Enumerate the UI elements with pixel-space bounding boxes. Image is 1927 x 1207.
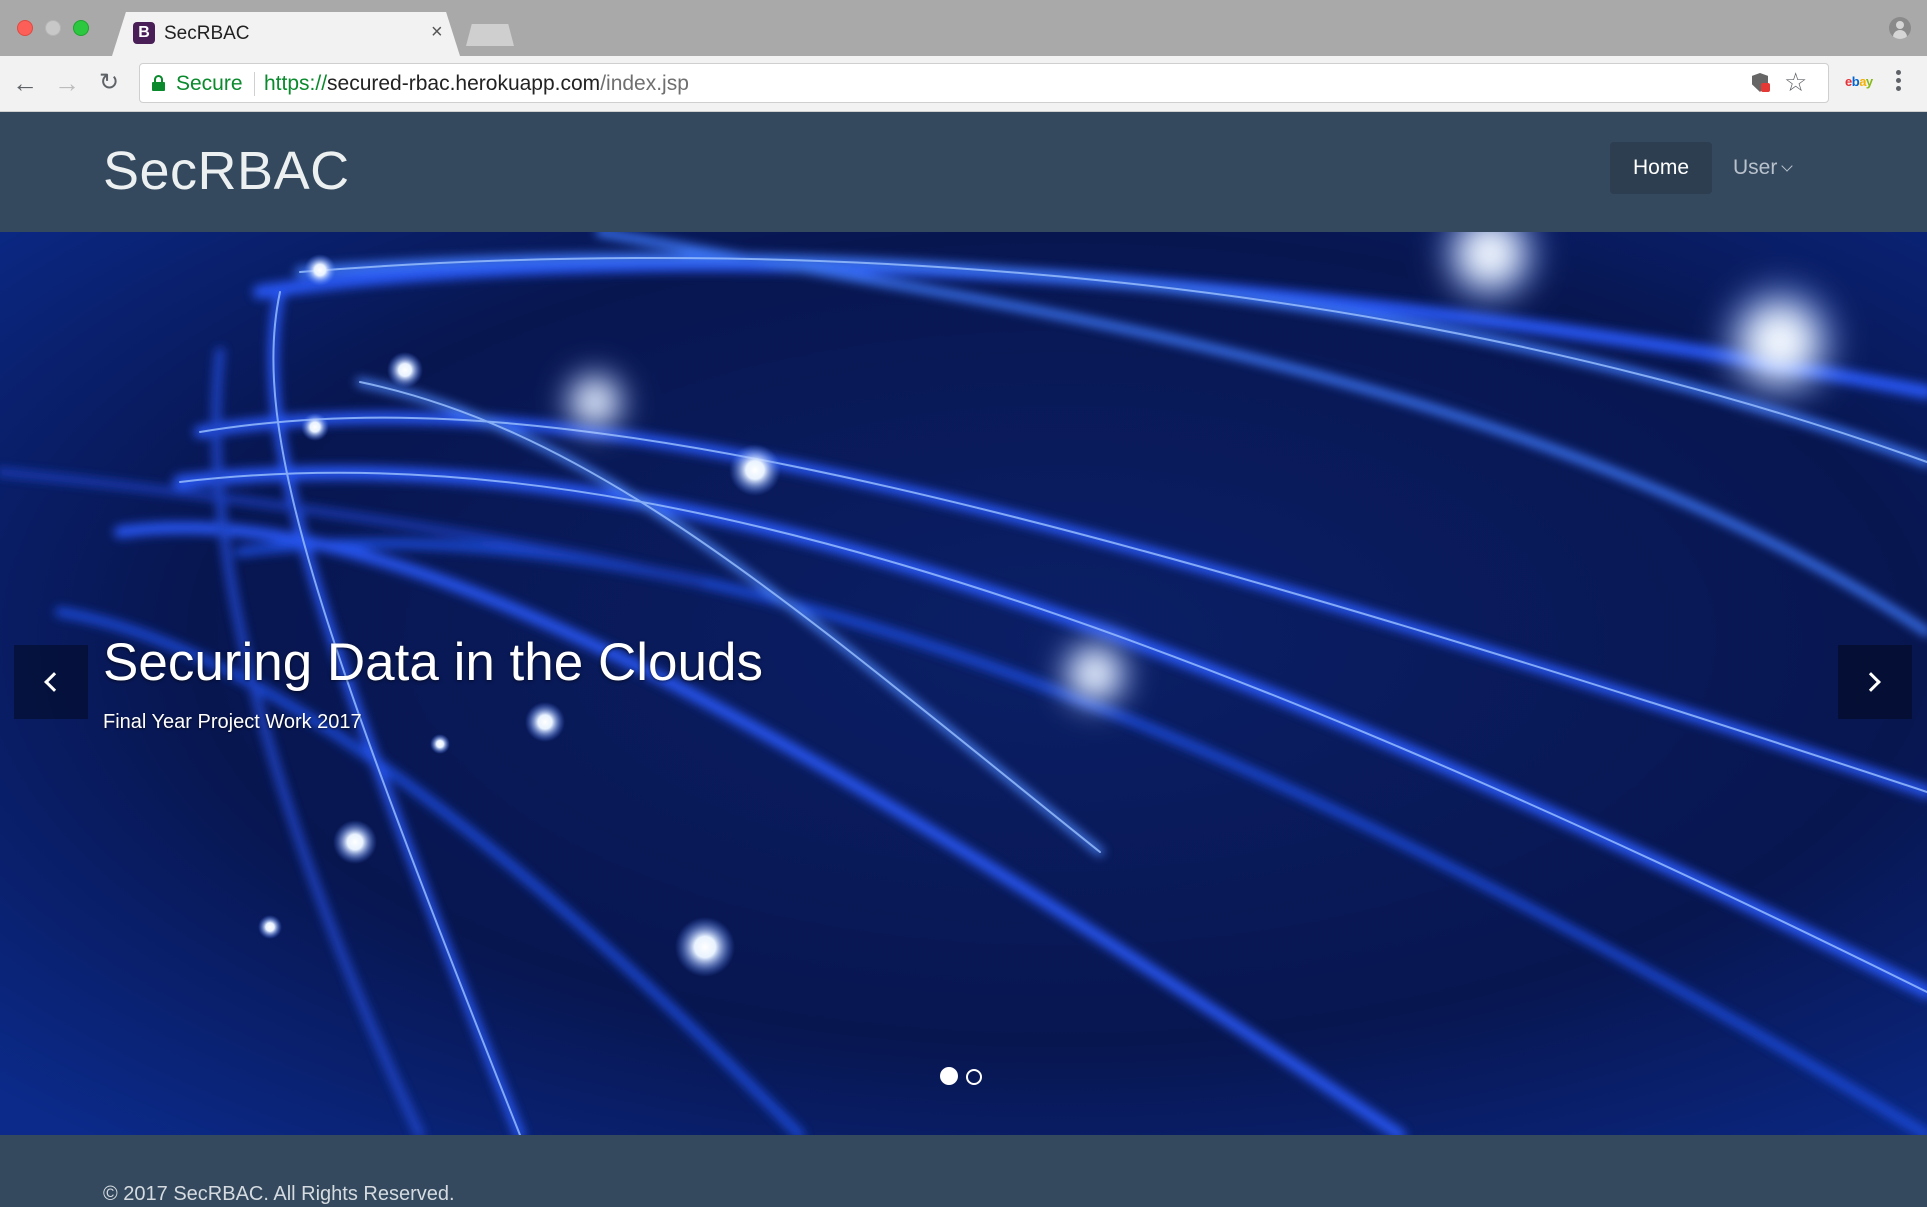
carousel-indicator-1[interactable] [940,1067,958,1085]
lock-icon[interactable] [152,75,165,91]
new-tab-button[interactable] [466,24,514,46]
footer-copyright: © 2017 SecRBAC. All Rights Reserved. [103,1183,455,1205]
bootstrap-favicon-icon: B [133,22,155,44]
chevron-down-icon [1781,160,1794,172]
carousel-indicators [940,1067,990,1090]
carousel-caption: Securing Data in the Clouds Final Year P… [103,632,763,734]
browser-toolbar: ← → ↻ Secure https://secured-rbac.heroku… [0,56,1927,112]
star-icon[interactable]: ☆ [1784,67,1807,98]
carousel-prev-button[interactable] [14,645,88,719]
close-window-button[interactable] [17,20,33,36]
forward-arrow-icon[interactable]: → [52,68,82,98]
menu-icon[interactable] [1896,70,1902,94]
tab-title: SecRBAC [164,23,250,44]
chevron-left-icon [44,672,64,692]
carousel-indicator-2[interactable] [966,1069,982,1085]
url-text[interactable]: https://secured-rbac.herokuapp.com/index… [264,72,689,96]
hero-carousel: Securing Data in the Clouds Final Year P… [0,232,1927,1135]
site-navbar: SecRBAC Home User [0,112,1927,232]
maximize-window-button[interactable] [73,20,89,36]
address-bar[interactable]: Secure https://secured-rbac.herokuapp.co… [139,63,1829,103]
back-arrow-icon[interactable]: ← [10,68,40,98]
shield-extension-icon[interactable] [1752,73,1770,95]
browser-window: B SecRBAC × ← → ↻ Secure https://secured… [0,0,1927,1207]
site-footer: © 2017 SecRBAC. All Rights Reserved. [0,1135,1927,1207]
profile-icon[interactable] [1889,17,1911,39]
divider [254,72,255,96]
minimize-window-button[interactable] [45,20,61,36]
carousel-next-button[interactable] [1838,645,1912,719]
reload-icon[interactable]: ↻ [94,68,124,98]
ebay-extension-icon[interactable]: ebay [1845,74,1873,89]
chevron-right-icon [1861,672,1881,692]
carousel-title: Securing Data in the Clouds [103,633,763,692]
web-page: SecRBAC Home User Securing Data in the C… [0,112,1927,1207]
nav-home-link[interactable]: Home [1610,142,1712,194]
carousel-subtitle: Final Year Project Work 2017 [103,711,362,733]
nav-user-dropdown[interactable]: User [1733,156,1794,180]
secure-label[interactable]: Secure [176,72,243,96]
site-brand[interactable]: SecRBAC [103,140,350,202]
tab-strip: B SecRBAC × [0,0,1927,56]
tab-close-icon[interactable]: × [431,21,443,44]
